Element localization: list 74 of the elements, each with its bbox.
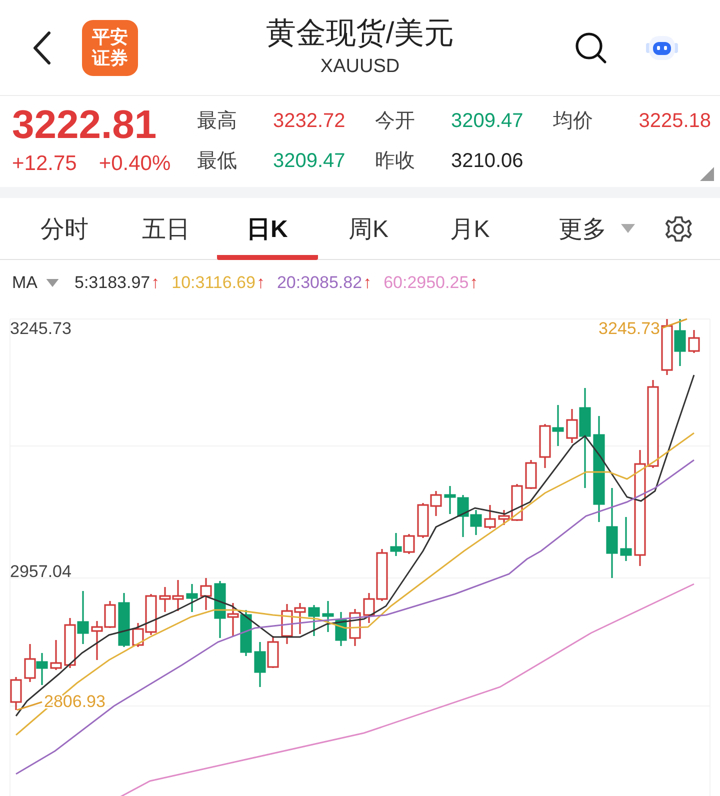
candlestick (688, 330, 700, 353)
indicator-selector[interactable]: MA (12, 273, 58, 293)
back-icon[interactable] (32, 30, 52, 64)
period-tab[interactable]: 周K (318, 198, 420, 260)
period-tab[interactable]: 分时 (14, 198, 116, 260)
stat-value: 3209.47 (451, 109, 524, 134)
trend-arrow: ↑ (256, 273, 265, 293)
candlestick (525, 460, 537, 489)
caret-icon (620, 224, 635, 233)
candlestick (403, 534, 415, 554)
candlestick (254, 642, 266, 687)
candlestick (200, 578, 212, 610)
moving-average-value: 20:3085.82 (276, 273, 362, 293)
candlestick (186, 584, 198, 612)
candlestick (64, 618, 76, 668)
candlestick (484, 505, 496, 529)
candlestick (417, 503, 429, 538)
candlestick (390, 533, 402, 556)
trend-arrow: ↑ (363, 273, 372, 293)
axis-label: 2957.04 (10, 562, 72, 581)
period-tab[interactable]: 五日 (115, 198, 217, 260)
current-price: 3222.81 (12, 102, 158, 148)
candlestick (335, 612, 347, 646)
candlestick (294, 603, 306, 634)
stat-value: 3232.72 (273, 109, 346, 134)
trend-arrow: ↑ (470, 273, 478, 293)
candlestick (281, 604, 293, 644)
stat-label: 均价 (553, 109, 594, 134)
stat-label: 最低 (197, 149, 238, 174)
period-tab[interactable]: 月K (419, 198, 520, 260)
candlestick (240, 610, 252, 656)
stat-value: 3209.47 (273, 149, 346, 174)
caret-icon (46, 279, 58, 287)
period-tab[interactable]: 日K (216, 198, 318, 260)
moving-average-value: 10:3116.69 (172, 273, 256, 293)
trend-arrow: ↑ (151, 273, 160, 293)
stat-value: 3210.06 (451, 149, 524, 174)
candlestick (674, 319, 686, 366)
price-change: +12.75 (12, 151, 77, 177)
candlestick (36, 653, 48, 685)
candlestick (267, 636, 279, 668)
candlestick (50, 640, 62, 670)
candlestick (552, 405, 564, 446)
axis-label: 3245.73 (10, 319, 72, 338)
expand-corner-icon[interactable] (700, 167, 714, 181)
percent-change: +0.40% (98, 151, 171, 177)
settings-icon[interactable] (664, 214, 692, 242)
high-price-label: 3245.73 (598, 319, 660, 338)
candlestick (77, 591, 89, 644)
candlestick (430, 491, 442, 516)
stat-label: 昨收 (375, 149, 416, 174)
candlestick (539, 424, 551, 468)
candlestick (24, 644, 36, 682)
leader-line (662, 318, 688, 329)
candlestick (322, 601, 334, 632)
app-logo: 平安 证券 (82, 20, 138, 76)
symbol-code: XAUUSD (319, 55, 401, 79)
period-tab[interactable]: 更多 (528, 198, 665, 260)
candlestick (118, 593, 130, 647)
candlestick (620, 517, 632, 561)
page-title: 黄金现货/美元 (264, 16, 456, 52)
search-icon[interactable] (574, 30, 608, 64)
candlestick (172, 580, 184, 611)
candlestick (308, 605, 320, 636)
candlestick (349, 609, 361, 646)
candlestick (10, 677, 22, 710)
moving-average-value: 60:2950.25 (384, 273, 469, 293)
stat-label: 最高 (197, 109, 238, 134)
moving-average-value: 5:3183.97 (74, 273, 150, 293)
candlestick (661, 319, 673, 375)
leader-line (16, 701, 42, 711)
candlestick (159, 587, 171, 612)
stat-label: 今开 (375, 109, 416, 134)
stat-value: 3225.18 (638, 109, 711, 134)
